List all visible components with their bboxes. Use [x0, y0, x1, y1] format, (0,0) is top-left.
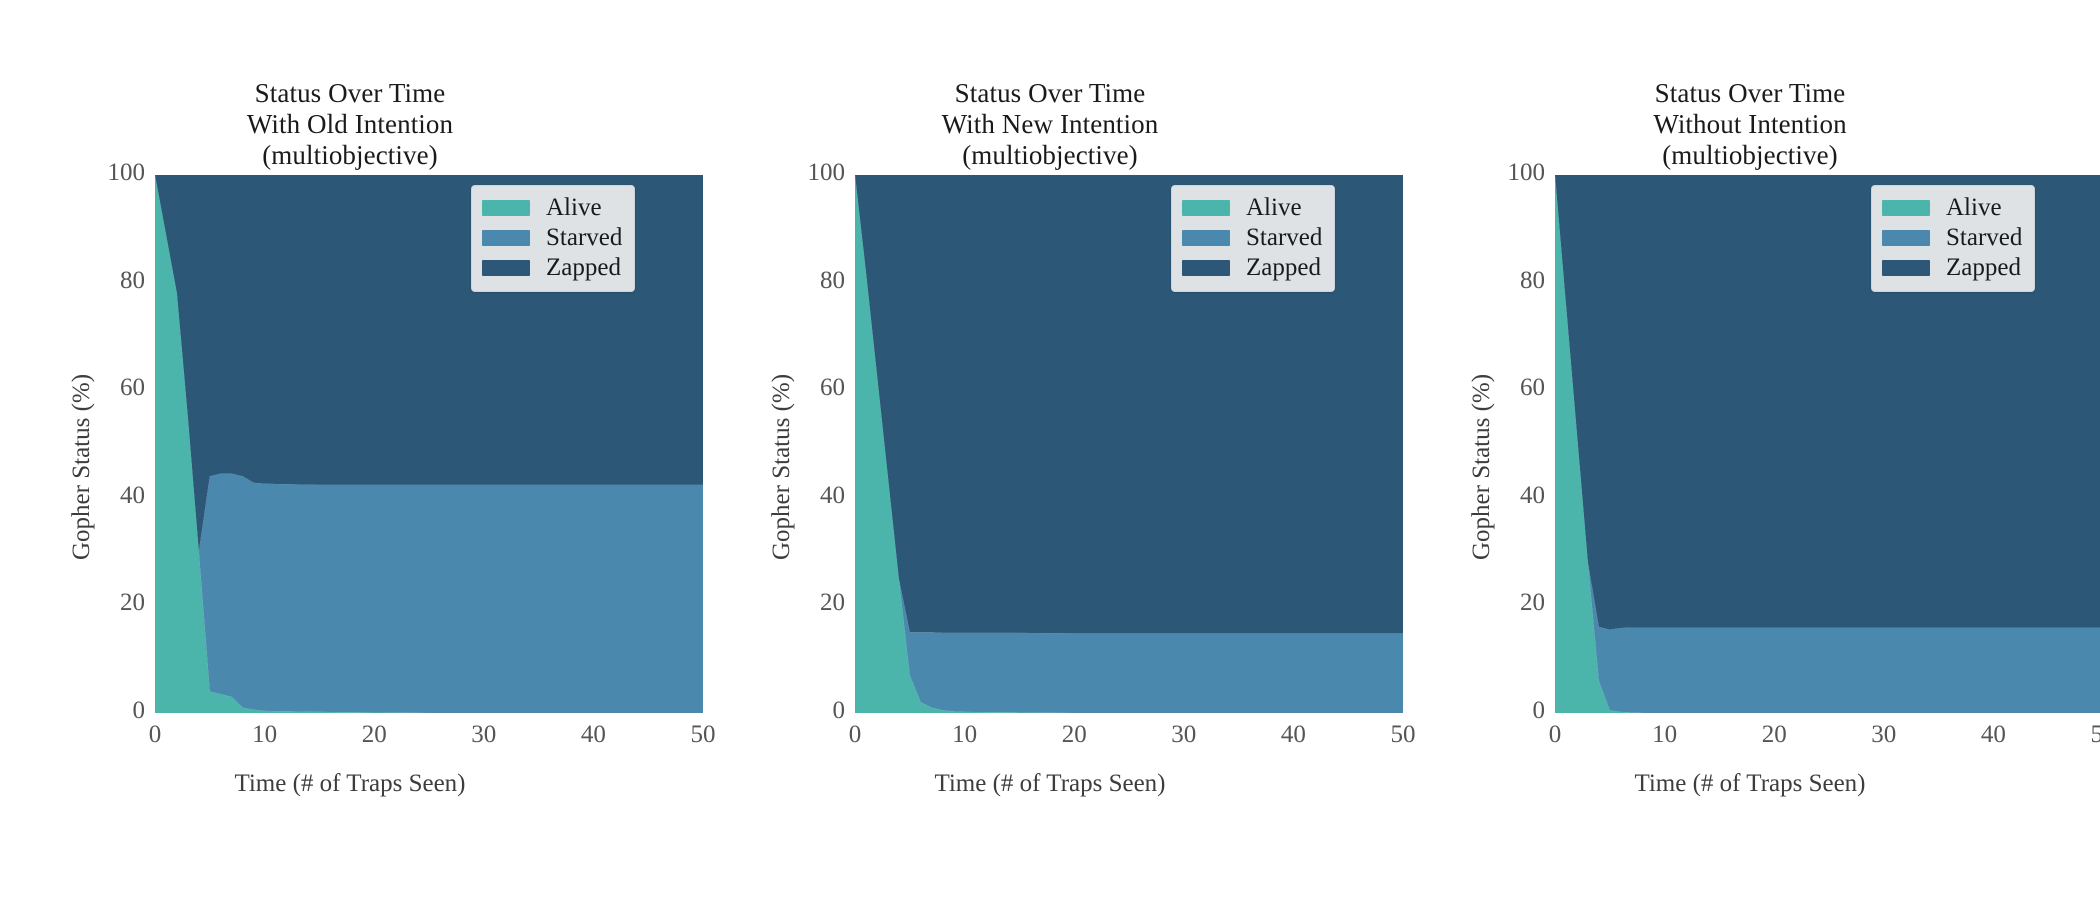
legend-item-starved[interactable]: Starved [482, 223, 622, 253]
y-tick-label: 60 [1520, 374, 1545, 402]
y-tick-label: 100 [807, 159, 846, 186]
legend-label: Zapped [546, 254, 621, 281]
x-tick-label: 10 [952, 721, 978, 748]
legend-label: Starved [546, 224, 623, 251]
y-tick-label: 80 [820, 266, 845, 294]
y-tick-label: 40 [820, 481, 845, 509]
legend-item-alive[interactable]: Alive [1182, 193, 1322, 223]
x-tick-label: 10 [1652, 721, 1678, 748]
legend-label: Zapped [1246, 254, 1321, 281]
panel-title: Status Over Time With New Intention (mul… [941, 78, 1159, 170]
x-tick-label: 20 [361, 721, 387, 748]
legend-item-alive[interactable]: Alive [482, 193, 622, 223]
legend-item-zapped[interactable]: Zapped [1182, 253, 1322, 283]
legend-label: Zapped [1946, 254, 2021, 281]
legend-swatch-icon [1882, 260, 1930, 276]
x-tick-label: 20 [1061, 721, 1087, 748]
chart-legend[interactable]: Alive Starved Zapped [1871, 185, 2036, 292]
y-tick-label: 100 [107, 159, 146, 186]
chart-legend[interactable]: Alive Starved Zapped [471, 185, 636, 292]
legend-label: Alive [546, 194, 602, 221]
subplot-panel-3: Status Over Time Without Intention (mult… [1400, 0, 2100, 900]
figure-canvas: Status Over Time With Old Intention (mul… [0, 0, 2100, 900]
legend-label: Alive [1946, 194, 2002, 221]
y-tick-label: 40 [120, 481, 145, 509]
panel-title: Status Over Time With Old Intention (mul… [246, 78, 454, 170]
subplot-panel-2: Status Over Time With New Intention (mul… [700, 0, 1416, 900]
y-tick-label: 80 [1520, 266, 1545, 294]
y-tick-label: 40 [1520, 481, 1545, 509]
x-tick-label: 0 [848, 721, 862, 748]
legend-swatch-icon [1882, 230, 1930, 246]
y-tick-label: 20 [820, 589, 845, 617]
legend-swatch-icon [482, 230, 530, 246]
y-tick-label: 60 [120, 374, 145, 402]
y-tick-label: 60 [820, 374, 845, 402]
legend-label: Starved [1246, 224, 1323, 251]
chart-legend[interactable]: Alive Starved Zapped [1171, 185, 1336, 292]
subplot-panel-1: Status Over Time With Old Intention (mul… [0, 0, 716, 900]
legend-item-starved[interactable]: Starved [1882, 223, 2022, 253]
legend-item-zapped[interactable]: Zapped [482, 253, 622, 283]
x-tick-label: 40 [1280, 721, 1306, 748]
y-tick-label: 20 [120, 589, 145, 617]
x-tick-label: 10 [252, 721, 278, 748]
x-tick-label: 30 [471, 721, 497, 748]
legend-swatch-icon [482, 200, 530, 216]
x-tick-label: 50 [2090, 721, 2100, 748]
legend-item-starved[interactable]: Starved [1182, 223, 1322, 253]
x-axis-title: Time (# of Traps Seen) [1634, 770, 1866, 797]
y-tick-label: 100 [1507, 159, 1546, 186]
x-tick-label: 40 [580, 721, 606, 748]
x-tick-label: 20 [1761, 721, 1787, 748]
legend-swatch-icon [1182, 200, 1230, 216]
x-tick-label: 30 [1871, 721, 1897, 748]
x-tick-label: 40 [1980, 721, 2006, 748]
legend-swatch-icon [1182, 230, 1230, 246]
x-tick-label: 0 [1548, 721, 1562, 748]
x-tick-label: 0 [148, 721, 162, 748]
panel-title: Status Over Time Without Intention (mult… [1653, 78, 1847, 170]
x-axis-title: Time (# of Traps Seen) [934, 770, 1166, 797]
y-tick-label: 20 [1520, 589, 1545, 617]
x-tick-label: 30 [1171, 721, 1197, 748]
legend-label: Starved [1946, 224, 2023, 251]
legend-swatch-icon [1182, 260, 1230, 276]
legend-label: Alive [1246, 194, 1302, 221]
y-tick-label: 80 [120, 266, 145, 294]
legend-swatch-icon [1882, 200, 1930, 216]
legend-item-alive[interactable]: Alive [1882, 193, 2022, 223]
legend-item-zapped[interactable]: Zapped [1882, 253, 2022, 283]
legend-swatch-icon [482, 260, 530, 276]
x-axis-title: Time (# of Traps Seen) [234, 770, 466, 797]
